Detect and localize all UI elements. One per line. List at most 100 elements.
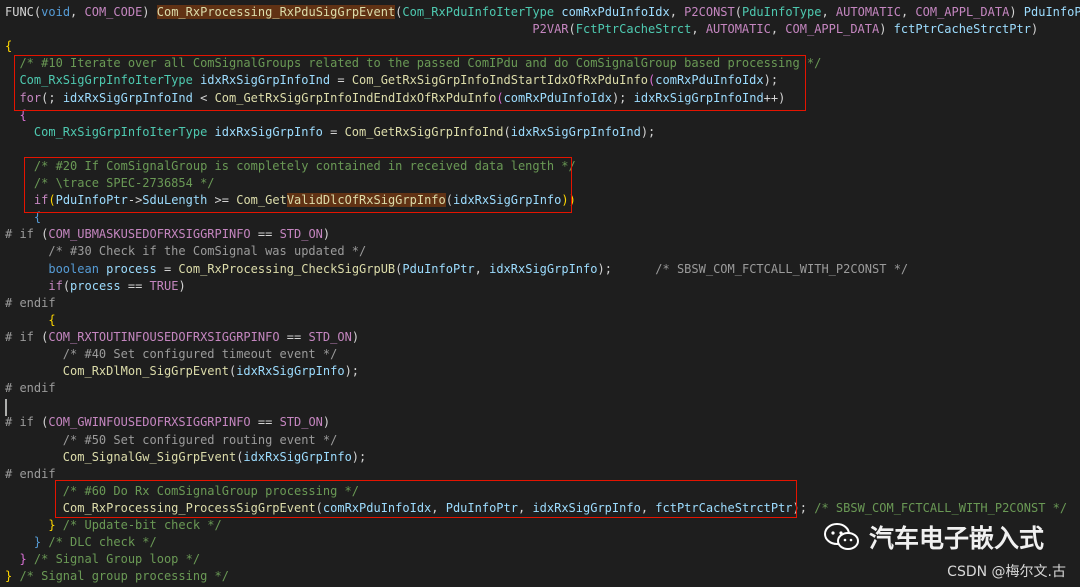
code-token: , xyxy=(900,5,916,19)
code-line[interactable]: Com_RxProcessing_ProcessSigGrpEvent(comR… xyxy=(5,500,1067,517)
code-line[interactable]: } /* Signal Group loop */ xyxy=(5,551,200,568)
code-token: ) xyxy=(351,329,360,344)
code-line[interactable]: P2VAR(FctPtrCacheStrct, AUTOMATIC, COM_A… xyxy=(5,21,1038,38)
code-token: = xyxy=(156,261,179,276)
code-line[interactable]: # endif xyxy=(5,295,56,312)
code-line[interactable]: { xyxy=(5,38,12,55)
code-token: , xyxy=(691,22,706,37)
code-token: , xyxy=(517,500,533,515)
code-token: ValidDlcOfRxSigGrpInfo xyxy=(286,193,446,208)
code-token: == xyxy=(279,329,309,344)
code-token: ( xyxy=(48,193,56,208)
code-token: ) xyxy=(1030,22,1039,37)
code-line[interactable]: } /* Update-bit check */ xyxy=(5,517,222,534)
code-line[interactable]: /* #40 Set configured timeout event */ xyxy=(5,346,338,363)
code-line[interactable]: boolean process = Com_RxProcessing_Check… xyxy=(5,261,908,278)
code-line[interactable]: Com_RxSigGrpInfoIterType idxRxSigGrpInfo… xyxy=(5,124,655,141)
code-token: STD_ON xyxy=(279,415,323,430)
code-token: PduInfoPtr xyxy=(445,500,518,515)
code-token: /* #10 Iterate over all ComSignalGroups … xyxy=(5,56,822,71)
code-line[interactable]: if(PduInfoPtr->SduLength >= Com_GetValid… xyxy=(5,192,576,209)
code-line[interactable]: # if (COM_GWINFOUSEDOFRXSIGGRPINFO == ST… xyxy=(5,414,330,431)
code-token: process xyxy=(70,278,121,293)
code-token: , xyxy=(640,500,656,515)
code-token: Com_RxSigGrpInfoIterType xyxy=(33,124,208,139)
code-editor[interactable]: FUNC (void, COM_CODE) Com_RxProcessing_Rx… xyxy=(0,0,1080,587)
code-line[interactable]: /* #50 Set configured routing event */ xyxy=(5,432,338,449)
code-token: /* Update-bit check */ xyxy=(55,518,222,532)
code-line[interactable]: Com_SignalGw_SigGrpEvent(idxRxSigGrpInfo… xyxy=(5,449,366,466)
code-token: Com_RxProcessing_ProcessSigGrpEvent xyxy=(62,500,316,515)
code-line[interactable]: } /* Signal group processing */ xyxy=(5,568,229,585)
code-line[interactable]: /* #20 If ComSignalGroup is completely c… xyxy=(5,158,576,175)
code-token: idxRxSigGrpInfo xyxy=(489,261,598,276)
code-line[interactable]: Com_RxSigGrpInfoIterType idxRxSigGrpInfo… xyxy=(5,72,778,89)
code-token: ); xyxy=(792,500,807,515)
code-token: Com_RxProcessing_RxPduSigGrpEvent xyxy=(156,5,396,19)
code-token: fctPtrCacheStrctPtr xyxy=(893,22,1031,37)
code-token: COM_APPL_DATA xyxy=(785,22,880,37)
code-token: idxRxSigGrpInfo xyxy=(243,449,352,464)
code-token: ); xyxy=(763,73,779,88)
code-token: ( xyxy=(315,500,323,515)
code-token: { xyxy=(5,107,27,122)
code-line[interactable]: { xyxy=(5,312,55,329)
code-token: COM_CODE xyxy=(84,5,143,19)
code-token: P2CONST xyxy=(684,5,735,19)
code-token: comRxPduInfoIdx xyxy=(503,90,612,105)
code-token: # endif xyxy=(5,381,56,396)
code-line[interactable]: if(process == TRUE) xyxy=(5,278,185,295)
code-line[interactable]: # endif xyxy=(5,466,56,483)
code-token: comRxPduInfoIdx xyxy=(322,500,432,515)
code-token: if xyxy=(33,193,49,208)
code-token: Com_GetRxSigGrpInfoIndStartIdxOfRxPduInf… xyxy=(351,73,649,88)
code-token: STD_ON xyxy=(279,227,323,242)
source-label: CSDN @梅尔文.古 xyxy=(947,564,1066,580)
code-token: ); xyxy=(640,124,656,139)
code-line[interactable]: { xyxy=(5,107,27,124)
code-token: , xyxy=(474,261,490,276)
code-line[interactable]: # if (COM_RXTOUTINFOUSEDOFRXSIGGRPINFO =… xyxy=(5,329,359,346)
code-line[interactable]: /* \trace SPEC-2736854 */ xyxy=(5,175,215,192)
code-token: idxRxSigGrpInfoInd xyxy=(510,124,641,139)
code-token: Com_SignalGw_SigGrpEvent xyxy=(62,449,237,464)
code-token: ( xyxy=(568,22,576,37)
code-line[interactable]: /* #10 Iterate over all ComSignalGroups … xyxy=(5,55,821,72)
code-token: boolean xyxy=(48,261,99,276)
code-token: ); xyxy=(344,364,360,379)
code-line[interactable]: # if (COM_UBMASKUSEDOFRXSIGGRPINFO == ST… xyxy=(5,226,330,243)
code-token: void xyxy=(41,5,71,19)
code-token: ( xyxy=(445,193,453,208)
code-token: ( xyxy=(62,278,71,293)
code-line[interactable]: { xyxy=(5,209,41,226)
code-token: ) xyxy=(879,22,894,37)
code-line[interactable]: # endif xyxy=(5,380,56,397)
code-token: ++) xyxy=(763,90,786,105)
code-token: /* SBSW_COM_FCTCALL_WITH_P2CONST */ xyxy=(655,261,909,276)
code-token: Com_RxProcessing_CheckSigGrpUB xyxy=(178,261,396,276)
code-token: )) xyxy=(561,193,576,208)
code-token: COM_APPL_DATA xyxy=(915,5,1010,19)
code-token: COM_UBMASKUSEDOFRXSIGGRPINFO xyxy=(48,227,251,242)
code-token: == xyxy=(250,227,280,242)
code-line[interactable]: FUNC (void, COM_CODE) Com_RxProcessing_Rx… xyxy=(5,4,1080,21)
code-token: process xyxy=(98,261,157,276)
code-line[interactable]: for(; idxRxSigGrpInfoInd < Com_GetRxSigG… xyxy=(5,90,785,107)
code-token: COM_RXTOUTINFOUSEDOFRXSIGGRPINFO xyxy=(48,329,280,344)
code-token: FctPtrCacheStrct xyxy=(575,22,692,37)
code-token: ( xyxy=(734,5,742,19)
code-token: Com_RxDlMon_SigGrpEvent xyxy=(62,364,229,379)
code-line[interactable]: /* #30 Check if the ComSignal was update… xyxy=(5,243,366,260)
code-line[interactable]: /* #60 Do Rx ComSignalGroup processing *… xyxy=(5,483,359,500)
code-token: Com_Get xyxy=(236,193,287,208)
code-token: /* SBSW_COM_FCTCALL_WITH_P2CONST */ xyxy=(807,500,1068,515)
code-token: /* #60 Do Rx ComSignalGroup processing *… xyxy=(5,483,360,498)
text-cursor xyxy=(5,399,7,416)
code-token: , xyxy=(669,5,685,19)
code-line[interactable]: } /* DLC check */ xyxy=(5,534,157,551)
code-line[interactable]: Com_RxDlMon_SigGrpEvent(idxRxSigGrpInfo)… xyxy=(5,363,359,380)
